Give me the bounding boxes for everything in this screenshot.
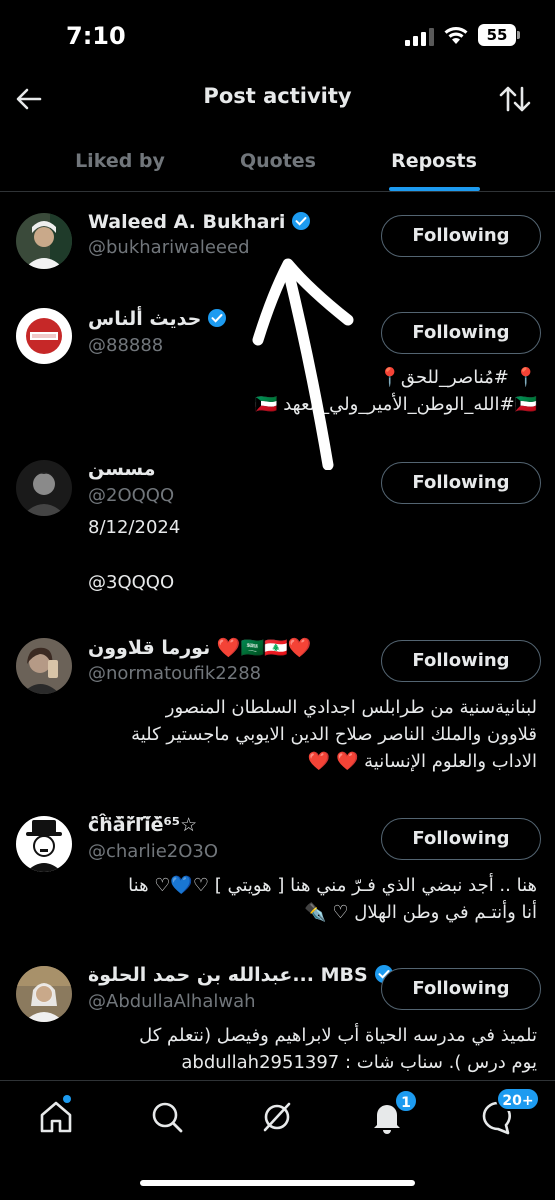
avatar[interactable]	[16, 460, 72, 516]
tab-quotes[interactable]: Quotes	[218, 132, 338, 192]
user-handle[interactable]: @bukhariwaleeed	[88, 237, 250, 258]
home-indicator	[140, 1180, 415, 1186]
user-name[interactable]: Waleed A. Bukhari	[88, 211, 311, 233]
bio-line: يوم درس ). سناب شات : abdullah2951397	[181, 1052, 537, 1073]
following-button[interactable]: Following	[381, 968, 541, 1010]
user-name[interactable]: حديث ألناس	[88, 308, 227, 330]
bio-line: أنا وأنتـم في وطن الهلال ♡ ✒️	[304, 902, 537, 923]
messages-badge: 20+	[496, 1087, 540, 1111]
bio-line: 🇰🇼#الله_الوطن_الأمير_ولي_العهد 🇰🇼	[255, 394, 537, 415]
following-button[interactable]: Following	[381, 818, 541, 860]
bio-line: تلميذ في مدرسه الحياة أب لابراهيم وفيصل …	[139, 1025, 537, 1046]
avatar[interactable]	[16, 966, 72, 1022]
following-button[interactable]: Following	[381, 640, 541, 682]
user-row[interactable]: ĉ̈ĥ̈ǎ̈ř̈ľ̈ǐ̈ě̈⁶⁵☆ @charlie2O3O Following…	[0, 808, 555, 948]
active-tab-indicator	[389, 187, 480, 191]
battery-icon: 55	[478, 24, 516, 46]
bio-line: الاداب والعلوم الإنسانية ❤️ ❤️	[307, 751, 537, 772]
user-name[interactable]: نورما قلاوون ❤️🇸🇦🇱🇧❤️	[88, 636, 311, 659]
user-row[interactable]: مسسن @2OQQQ Following 8/12/2024 @3QQQO	[0, 452, 555, 612]
user-name[interactable]: مسسن	[88, 458, 156, 480]
user-row[interactable]: حديث ألناس @88888 Following 📍 #مُناصر_لل…	[0, 300, 555, 440]
home-icon[interactable]	[36, 1097, 76, 1137]
avatar[interactable]	[16, 213, 72, 269]
tab-bar: Liked by Quotes Reposts	[0, 132, 555, 192]
home-unread-dot	[63, 1095, 71, 1103]
status-time: 7:10	[66, 22, 126, 50]
user-handle[interactable]: @normatoufik2288	[88, 663, 261, 684]
user-bio: تلميذ في مدرسه الحياة أب لابراهيم وفيصل …	[67, 1022, 537, 1076]
user-row[interactable]: عبدالله بن حمد الحلوة... MBS @AbdullaAlh…	[0, 958, 555, 1078]
user-bio: لبنانيةسنية من طرابلس اجدادي السلطان الم…	[67, 694, 537, 775]
bio-line: لبنانيةسنية من طرابلس اجدادي السلطان الم…	[165, 697, 537, 718]
search-icon[interactable]	[147, 1097, 187, 1137]
bio-line: 📍 #مُناصر_للحق📍	[378, 367, 537, 388]
user-bio: هنا .. أجد نبضي الذي فـرّ مني هنا [ هويت…	[67, 872, 537, 926]
notifications-badge: 1	[394, 1089, 418, 1113]
verified-badge-icon	[208, 309, 227, 327]
user-handle[interactable]: @AbdullaAlhalwah	[88, 991, 256, 1012]
avatar[interactable]	[16, 816, 72, 872]
status-bar: 7:10 55	[0, 0, 555, 70]
tab-liked-by[interactable]: Liked by	[60, 132, 180, 192]
user-row[interactable]: Waleed A. Bukhari @bukhariwaleeed Follow…	[0, 205, 555, 285]
avatar[interactable]	[16, 638, 72, 694]
user-row[interactable]: نورما قلاوون ❤️🇸🇦🇱🇧❤️ @normatoufik2288 F…	[0, 630, 555, 790]
avatar[interactable]	[16, 308, 72, 364]
wifi-icon	[444, 27, 468, 44]
bio-line: @3QQQO	[88, 572, 175, 593]
tab-reposts[interactable]: Reposts	[374, 132, 494, 192]
grok-icon[interactable]	[257, 1097, 297, 1137]
following-button[interactable]: Following	[381, 462, 541, 504]
cellular-signal-icon	[405, 28, 434, 46]
following-button[interactable]: Following	[381, 215, 541, 257]
user-handle[interactable]: @88888	[88, 335, 163, 356]
bio-line: هنا .. أجد نبضي الذي فـرّ مني هنا [ هويت…	[128, 875, 537, 896]
user-handle[interactable]: @2OQQQ	[88, 485, 174, 506]
bio-line: 8/12/2024	[88, 517, 181, 538]
user-name[interactable]: ĉ̈ĥ̈ǎ̈ř̈ľ̈ǐ̈ě̈⁶⁵☆	[88, 814, 197, 836]
battery-tip	[517, 31, 520, 39]
user-bio: 📍 #مُناصر_للحق📍 🇰🇼#الله_الوطن_الأمير_ولي…	[67, 364, 537, 418]
sort-icon[interactable]	[496, 80, 534, 118]
following-button[interactable]: Following	[381, 312, 541, 354]
user-bio: 8/12/2024 @3QQQO	[88, 514, 180, 596]
user-handle[interactable]: @charlie2O3O	[88, 841, 218, 862]
verified-badge-icon	[292, 212, 311, 230]
page-title: Post activity	[203, 84, 352, 108]
user-name[interactable]: عبدالله بن حمد الحلوة... MBS	[88, 964, 394, 986]
bio-line: قلاوون والملك الناصر صلاح الدين الايوبي …	[131, 724, 537, 745]
